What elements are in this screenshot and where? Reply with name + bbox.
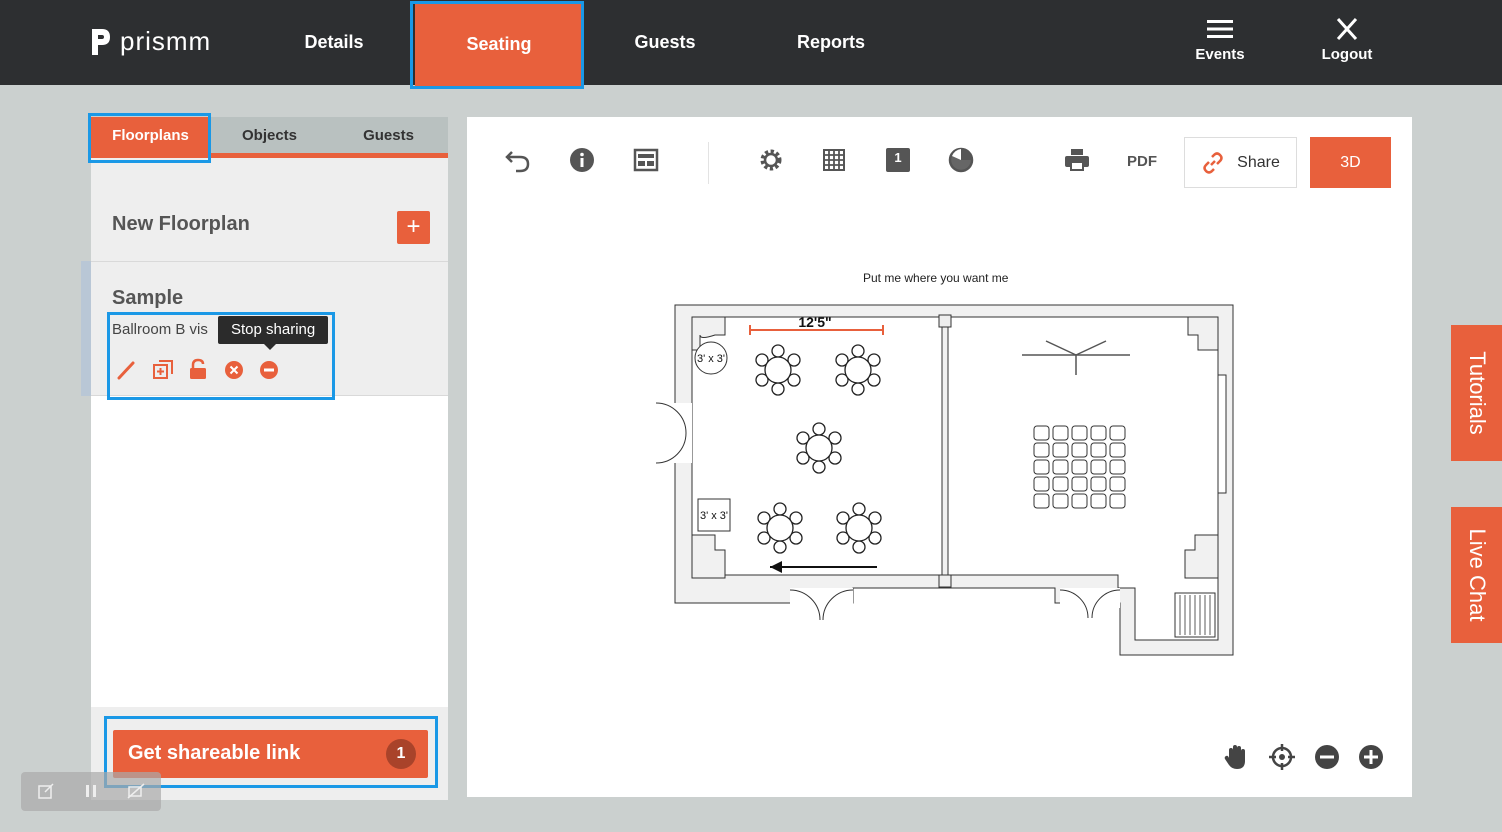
grid-button[interactable] bbox=[819, 145, 849, 175]
contrast-pie-icon bbox=[948, 147, 974, 173]
toolbar-divider bbox=[708, 142, 709, 184]
annotate-icon[interactable] bbox=[36, 782, 56, 802]
live-chat-tab[interactable]: Live Chat bbox=[1451, 507, 1502, 643]
tab-objects[interactable]: Objects bbox=[210, 117, 329, 153]
share-label: Share bbox=[1237, 153, 1280, 171]
stop-sharing-tooltip: Stop sharing bbox=[218, 316, 329, 350]
recording-widget bbox=[21, 772, 161, 811]
prismm-logo-icon bbox=[92, 28, 110, 55]
page-number-button[interactable]: 1 bbox=[883, 145, 913, 175]
pan-hand-icon[interactable] bbox=[1222, 743, 1250, 771]
floorplans-panel: Floorplans Objects Guests New Floorplan … bbox=[81, 117, 448, 800]
tutorials-label: Tutorials bbox=[1464, 351, 1490, 435]
logout-button[interactable]: Logout bbox=[1302, 18, 1392, 63]
logo-text: prismm bbox=[120, 26, 212, 56]
edit-pencil-icon[interactable] bbox=[115, 358, 139, 382]
share-button[interactable]: Share bbox=[1184, 137, 1297, 188]
close-icon bbox=[1336, 18, 1358, 40]
new-floorplan-label: New Floorplan bbox=[112, 213, 250, 235]
nav-guests[interactable]: Guests bbox=[615, 0, 715, 85]
3d-label: 3D bbox=[1340, 153, 1361, 171]
nav-reports-label: Reports bbox=[796, 32, 865, 52]
dimension-label: 12'5" bbox=[798, 314, 831, 330]
plan-drag-handle[interactable] bbox=[81, 261, 91, 396]
nav-seating-label: Seating bbox=[466, 33, 532, 54]
plan-list-empty-area bbox=[91, 396, 448, 707]
events-button[interactable]: Events bbox=[1175, 18, 1265, 63]
divider bbox=[91, 261, 448, 262]
tab-guests[interactable]: Guests bbox=[329, 117, 448, 153]
events-label: Events bbox=[1195, 46, 1245, 63]
round-object-label: 3' x 3' bbox=[697, 353, 725, 365]
info-button[interactable] bbox=[567, 145, 597, 175]
printer-icon bbox=[1065, 149, 1089, 171]
prismm-logo[interactable]: prismm bbox=[90, 26, 211, 57]
plan-description: Ballroom B vis bbox=[112, 321, 208, 338]
tab-floorplans[interactable]: Floorplans bbox=[91, 117, 210, 153]
gear-icon bbox=[760, 149, 782, 171]
get-shareable-link-button[interactable]: Get shareable link 1 bbox=[113, 730, 428, 778]
undo-button[interactable] bbox=[503, 145, 533, 175]
info-icon bbox=[570, 148, 594, 172]
floorplan-caption: Put me where you want me bbox=[863, 271, 1009, 285]
menu-icon bbox=[1207, 20, 1233, 38]
undo-icon bbox=[505, 151, 530, 173]
layout-button[interactable] bbox=[631, 145, 661, 175]
tutorials-tab[interactable]: Tutorials bbox=[1451, 325, 1502, 461]
tab-objects-label: Objects bbox=[241, 126, 298, 144]
settings-button[interactable] bbox=[756, 145, 786, 175]
panel-tabs: Floorplans Objects Guests bbox=[91, 117, 448, 158]
pdf-button[interactable]: PDF bbox=[1127, 153, 1157, 170]
nav-details-label: Details bbox=[304, 32, 364, 52]
nav-reports[interactable]: Reports bbox=[780, 0, 882, 85]
zoom-out-icon[interactable] bbox=[1313, 743, 1341, 771]
live-chat-label: Live Chat bbox=[1464, 528, 1490, 622]
plan-name[interactable]: Sample bbox=[112, 287, 183, 310]
tab-floorplans-label: Floorplans bbox=[112, 126, 189, 144]
nav-guests-label: Guests bbox=[634, 32, 696, 52]
duplicate-icon[interactable] bbox=[151, 358, 175, 382]
page-number: 1 bbox=[894, 150, 902, 165]
recenter-crosshair-icon[interactable] bbox=[1268, 743, 1296, 771]
stop-sharing-minus-icon[interactable] bbox=[259, 358, 283, 382]
3d-view-button[interactable]: 3D bbox=[1310, 137, 1391, 188]
pause-icon[interactable] bbox=[81, 782, 101, 802]
link-icon bbox=[1203, 151, 1223, 174]
get-shareable-link-label: Get shareable link bbox=[128, 742, 301, 764]
floorplan-drawing[interactable]: 12'5" 3' x 3' 3' x 3' bbox=[640, 295, 1250, 665]
logout-label: Logout bbox=[1321, 46, 1373, 63]
nav-details[interactable]: Details bbox=[283, 0, 385, 85]
tab-guests-label: Guests bbox=[363, 126, 414, 144]
zoom-in-icon[interactable] bbox=[1357, 743, 1385, 771]
square-object-label: 3' x 3' bbox=[700, 510, 728, 522]
print-button[interactable] bbox=[1062, 145, 1092, 175]
unlock-icon[interactable] bbox=[187, 358, 211, 382]
grid-icon bbox=[823, 149, 845, 171]
top-navigation-bar: prismm Details Seating Guests Reports Ev… bbox=[0, 0, 1502, 86]
layout-icon bbox=[633, 148, 659, 172]
nav-seating[interactable]: Seating bbox=[415, 2, 583, 86]
camera-off-icon[interactable] bbox=[126, 782, 146, 802]
theme-button[interactable] bbox=[946, 145, 976, 175]
add-floorplan-button[interactable]: + bbox=[397, 211, 430, 244]
delete-circle-x-icon[interactable] bbox=[223, 358, 247, 382]
shareable-link-count-badge: 1 bbox=[386, 739, 416, 769]
